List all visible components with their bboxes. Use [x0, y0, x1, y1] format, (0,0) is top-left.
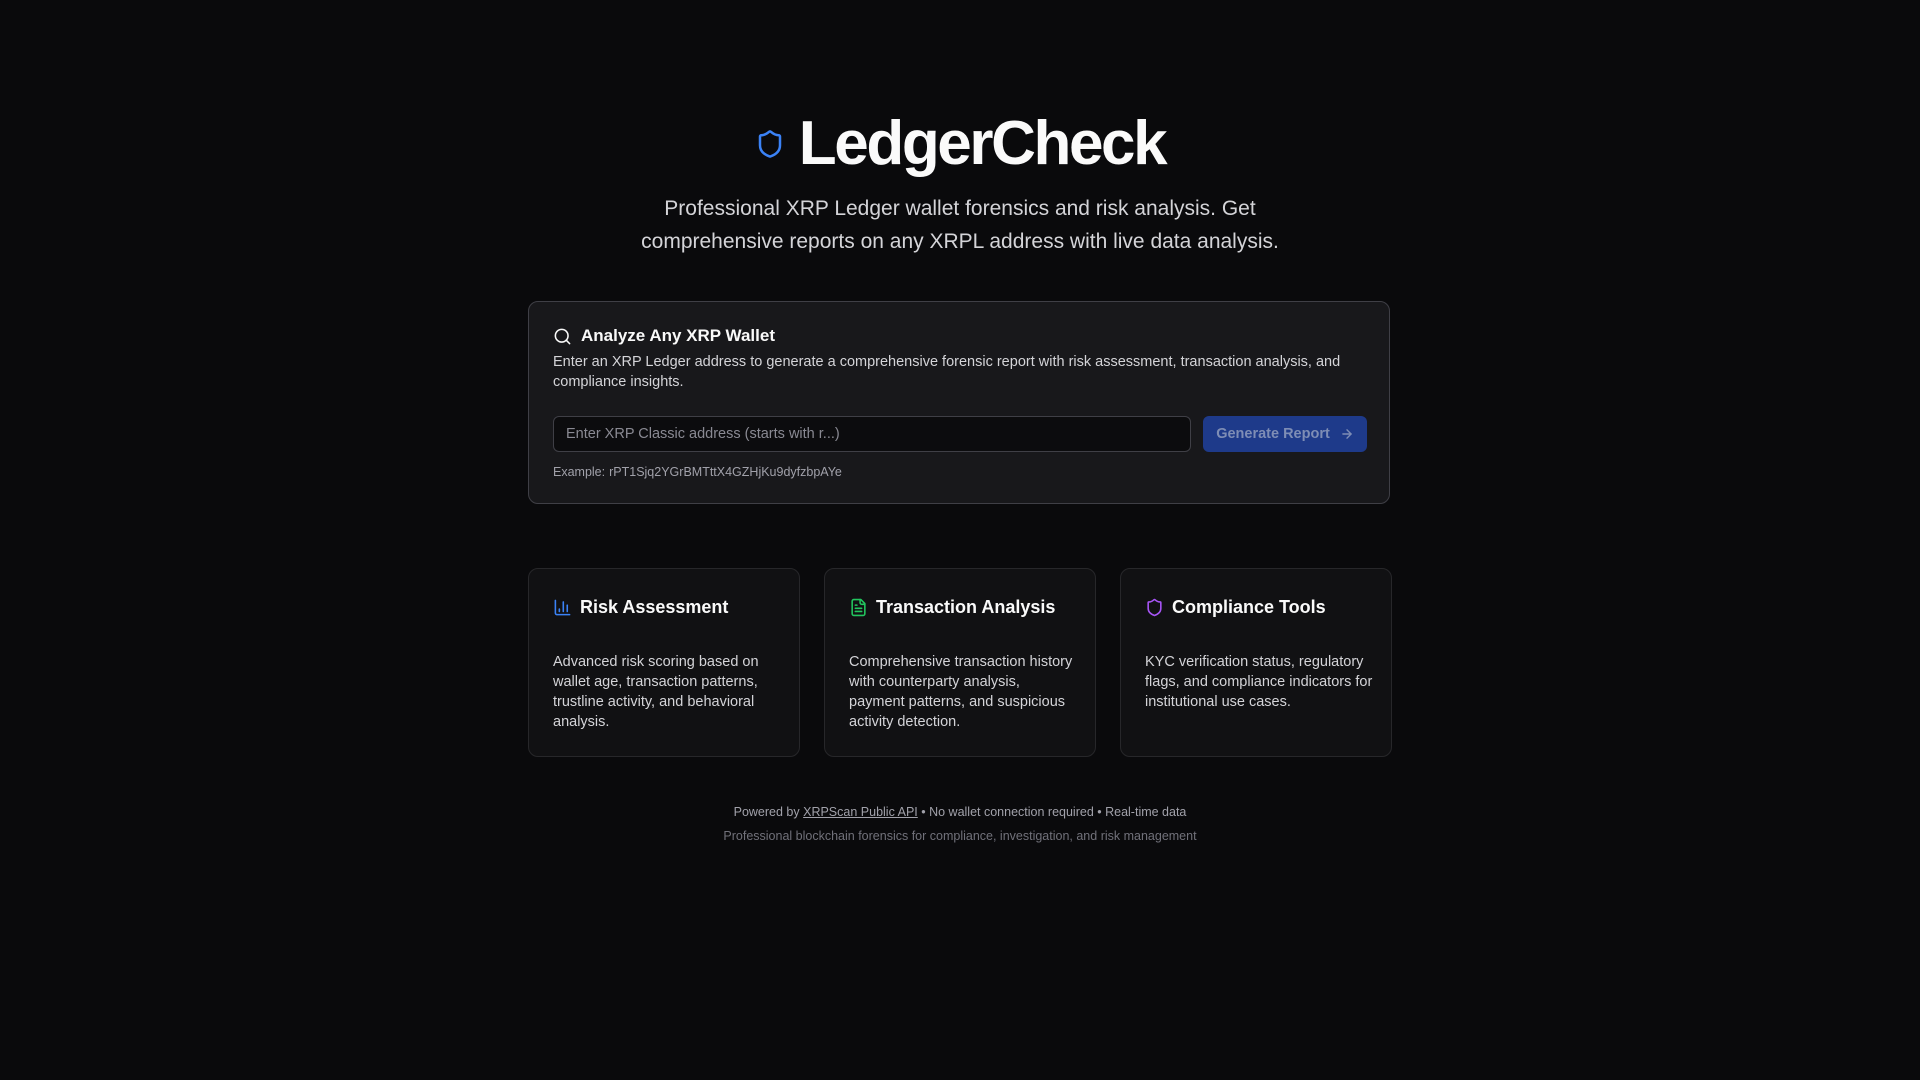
brand: LedgerCheck [528, 104, 1392, 184]
address-input[interactable] [553, 416, 1191, 452]
feature-description: Advanced risk scoring based on wallet ag… [553, 654, 759, 730]
arrow-right-icon [1340, 427, 1354, 441]
footer-powered-prefix: Powered by [733, 805, 800, 819]
shield-icon [755, 127, 785, 161]
analyze-card: Analyze Any XRP Wallet Enter an XRP Ledg… [528, 301, 1390, 504]
search-icon [553, 327, 572, 346]
page: LedgerCheck Professional XRP Ledger wall… [0, 0, 1920, 1080]
feature-cards: Risk Assessment Advanced risk scoring ba… [528, 568, 1392, 757]
footer-powered-suffix: • No wallet connection required • Real-t… [921, 805, 1187, 819]
xrpscan-api-link[interactable]: XRPScan Public API [803, 805, 918, 819]
feature-title: Compliance Tools [1172, 597, 1326, 617]
analyze-title: Analyze Any XRP Wallet [581, 326, 775, 345]
feature-card-transaction-analysis: Transaction Analysis Comprehensive trans… [824, 568, 1096, 757]
hero: LedgerCheck Professional XRP Ledger wall… [528, 104, 1392, 258]
feature-title: Risk Assessment [580, 597, 729, 617]
shield-icon [1145, 598, 1164, 617]
document-icon [849, 598, 868, 617]
generate-report-label: Generate Report [1216, 426, 1330, 442]
footer-powered-by: Powered by XRPScan Public API • No walle… [528, 803, 1392, 821]
footer: Powered by XRPScan Public API • No walle… [528, 803, 1392, 845]
feature-header: Compliance Tools [1145, 597, 1326, 618]
bar-chart-icon [553, 598, 572, 617]
feature-title: Transaction Analysis [876, 597, 1056, 617]
feature-description: Comprehensive transaction history with c… [849, 654, 1073, 730]
analyze-header: Analyze Any XRP Wallet [553, 326, 775, 346]
feature-header: Risk Assessment [553, 597, 728, 618]
hero-tagline: Professional XRP Ledger wallet forensics… [641, 197, 1279, 253]
example-address-hint: Example: rPT1Sjq2YGrBMTttX4GZHjKu9dyfzbpA… [553, 465, 842, 479]
page-title: LedgerCheck [798, 109, 1168, 178]
example-address: rPT1Sjq2YGrBMTttX4GZHjKu9dyfzbpAYe [609, 465, 842, 479]
generate-report-button[interactable]: Generate Report [1203, 416, 1367, 452]
feature-header: Transaction Analysis [849, 597, 1055, 618]
feature-description: KYC verification status, regulatory flag… [1145, 654, 1373, 710]
example-label: Example: [553, 465, 606, 479]
feature-card-compliance-tools: Compliance Tools KYC verification status… [1120, 568, 1392, 757]
footer-tagline: Professional blockchain forensics for co… [723, 829, 1197, 843]
feature-card-risk-assessment: Risk Assessment Advanced risk scoring ba… [528, 568, 800, 757]
analyze-description: Enter an XRP Ledger address to generate … [553, 354, 1341, 390]
